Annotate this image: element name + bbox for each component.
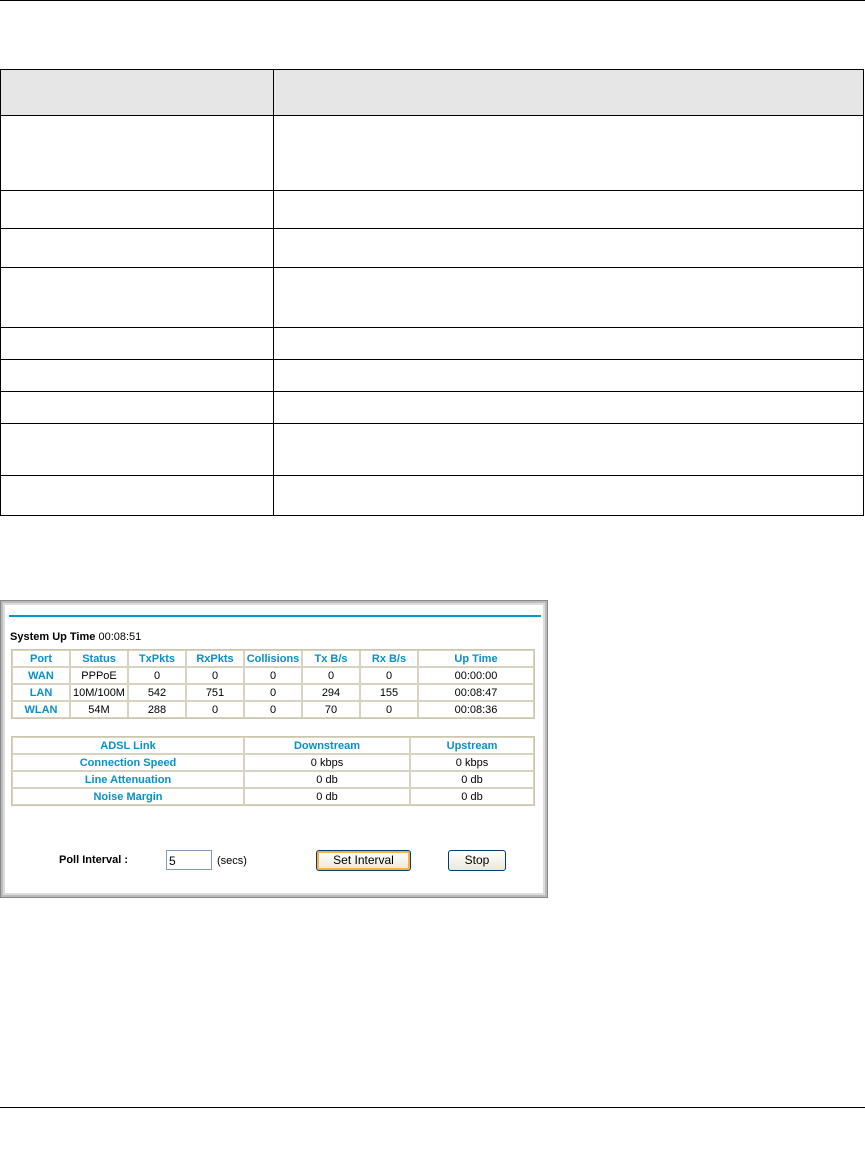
stop-button[interactable]: Stop xyxy=(448,850,506,871)
cell xyxy=(273,391,864,424)
column-header: Tx B/s xyxy=(302,650,360,667)
accent-line xyxy=(9,615,541,617)
cell xyxy=(273,115,864,191)
column-header: Status xyxy=(70,650,128,667)
table-row: LAN 10M/100M 542 751 0 294 155 00:08:47 xyxy=(12,684,534,701)
table-row: WAN PPPoE 0 0 0 0 0 00:00:00 xyxy=(12,667,534,684)
table-cell: 155 xyxy=(360,684,418,701)
cell xyxy=(0,267,274,328)
table-cell: 542 xyxy=(128,684,186,701)
header-cell xyxy=(0,69,274,116)
cell xyxy=(0,115,274,191)
table-cell: 0 db xyxy=(410,788,534,805)
uptime-label: System Up Time xyxy=(10,631,96,643)
table-cell: Line Attenuation xyxy=(12,771,244,788)
uptime-value: 00:08:51 xyxy=(98,631,142,643)
table-cell: 0 xyxy=(360,701,418,718)
table-cell: 0 xyxy=(128,667,186,684)
table-cell: 0 xyxy=(186,701,244,718)
router-statistics-screenshot: System Up Time 00:08:51 Port Status TxPkts… xyxy=(0,600,548,898)
table-cell: 0 xyxy=(244,701,302,718)
table-cell: WLAN xyxy=(12,701,70,718)
table-row: Connection Speed 0 kbps 0 kbps xyxy=(12,754,534,771)
table-cell: WAN xyxy=(12,667,70,684)
table-cell: 0 kbps xyxy=(410,754,534,771)
column-header: ADSL Link xyxy=(12,737,244,754)
cell xyxy=(0,359,274,392)
adsl-table: ADSL Link Downstream Upstream Connection Sp… xyxy=(11,736,535,806)
set-interval-button[interactable]: Set Interval xyxy=(316,850,411,871)
table-cell: 0 kbps xyxy=(244,754,410,771)
column-header: RxPkts xyxy=(186,650,244,667)
table-cell: 00:00:00 xyxy=(418,667,534,684)
table-cell: Noise Margin xyxy=(12,788,244,805)
cell xyxy=(0,423,274,476)
system-uptime: System Up Time 00:08:51 xyxy=(10,631,141,643)
table-cell: PPPoE xyxy=(70,667,128,684)
table-cell: 70 xyxy=(302,701,360,718)
column-header: Collisions xyxy=(244,650,302,667)
column-header: Upstream xyxy=(410,737,534,754)
table-cell: 0 xyxy=(302,667,360,684)
cell xyxy=(273,327,864,360)
column-header: Rx B/s xyxy=(360,650,418,667)
column-header: Up Time xyxy=(418,650,534,667)
table-cell: Connection Speed xyxy=(12,754,244,771)
poll-label: Poll Interval : xyxy=(59,854,129,866)
cell xyxy=(0,327,274,360)
column-header: Downstream xyxy=(244,737,410,754)
column-header: TxPkts xyxy=(128,650,186,667)
cell xyxy=(273,423,864,476)
header-rule xyxy=(0,0,865,1)
table-cell: 54M xyxy=(70,701,128,718)
table-cell: LAN xyxy=(12,684,70,701)
table-cell: 00:08:36 xyxy=(418,701,534,718)
cell xyxy=(273,190,864,229)
cell xyxy=(273,475,864,516)
table-row: Noise Margin 0 db 0 db xyxy=(12,788,534,805)
column-header: Port xyxy=(12,650,70,667)
table-cell: 00:08:47 xyxy=(418,684,534,701)
cell xyxy=(273,359,864,392)
header-cell xyxy=(273,69,864,116)
table-cell: 294 xyxy=(302,684,360,701)
cell xyxy=(0,190,274,229)
table-cell: 10M/100M xyxy=(70,684,128,701)
poll-interval-input[interactable]: 5 xyxy=(166,850,212,870)
table-cell: 0 xyxy=(244,684,302,701)
cell xyxy=(0,228,274,268)
table-cell: 0 xyxy=(186,667,244,684)
table-cell: 751 xyxy=(186,684,244,701)
table-cell: 0 xyxy=(360,667,418,684)
cell xyxy=(0,391,274,424)
table-cell: 0 xyxy=(244,667,302,684)
description-table xyxy=(0,69,864,516)
footer-rule xyxy=(0,1107,865,1108)
table-row: Port Status TxPkts RxPkts Collisions Tx B/s Rx… xyxy=(12,650,534,667)
table-row: WLAN 54M 288 0 0 70 0 00:08:36 xyxy=(12,701,534,718)
table-cell: 0 db xyxy=(244,788,410,805)
port-stats-table: Port Status TxPkts RxPkts Collisions Tx B/s Rx… xyxy=(11,649,535,719)
table-row: Line Attenuation 0 db 0 db xyxy=(12,771,534,788)
poll-unit: (secs) xyxy=(217,855,247,867)
cell xyxy=(0,475,274,516)
table-cell: 288 xyxy=(128,701,186,718)
cell xyxy=(273,228,864,268)
table-row: ADSL Link Downstream Upstream xyxy=(12,737,534,754)
table-cell: 0 db xyxy=(410,771,534,788)
cell xyxy=(273,267,864,328)
table-cell: 0 db xyxy=(244,771,410,788)
